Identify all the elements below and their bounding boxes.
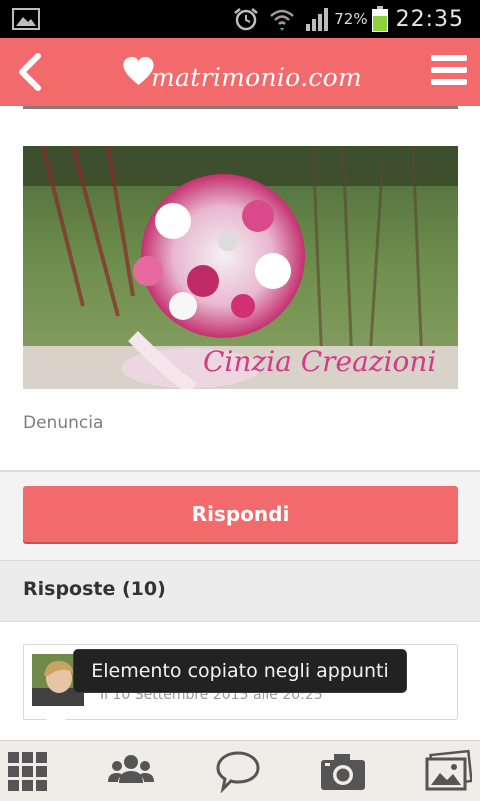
menu-icon[interactable]: [430, 52, 468, 88]
community-icon: [108, 755, 154, 783]
nav-camera[interactable]: [319, 749, 367, 793]
photo-watermark: Cinzia Creazioni: [203, 345, 436, 378]
answers-header: Risposte (10): [0, 560, 480, 622]
status-bar: 72% 22:35: [0, 0, 480, 38]
battery-icon: [371, 6, 388, 32]
gallery-icon: [12, 8, 40, 30]
answers-title: Risposte (10): [23, 578, 166, 600]
nav-chat[interactable]: [214, 749, 262, 793]
back-arrow-icon[interactable]: [6, 46, 54, 98]
site-logo[interactable]: matrimonio.com: [122, 46, 362, 98]
bottom-nav: [0, 740, 480, 801]
chat-icon: [216, 751, 260, 793]
toast-message: Elemento copiato negli appunti: [74, 650, 406, 692]
battery-percent: 72%: [334, 10, 368, 28]
nav-community[interactable]: [107, 749, 155, 793]
bouquet-photo[interactable]: Cinzia Creazioni: [23, 146, 458, 389]
alarm-icon: [234, 8, 259, 31]
grid-icon: [8, 752, 47, 791]
previous-image-edge: [23, 106, 458, 109]
signal-icon: [306, 8, 329, 31]
app-header: matrimonio.com: [0, 38, 480, 106]
clock: 22:35: [395, 6, 464, 32]
wifi-icon: [270, 9, 295, 31]
card-pointer: [44, 717, 68, 729]
photos-icon: [425, 749, 472, 791]
logo-text: matrimonio.com: [151, 62, 362, 92]
nav-photos[interactable]: [424, 749, 472, 793]
nav-grid[interactable]: [4, 749, 52, 793]
post-content[interactable]: Cinzia Creazioni Denuncia Rispondi Rispo…: [0, 106, 480, 740]
report-link[interactable]: Denuncia: [23, 413, 103, 433]
camera-icon: [321, 754, 365, 790]
reply-button[interactable]: Rispondi: [23, 486, 458, 542]
